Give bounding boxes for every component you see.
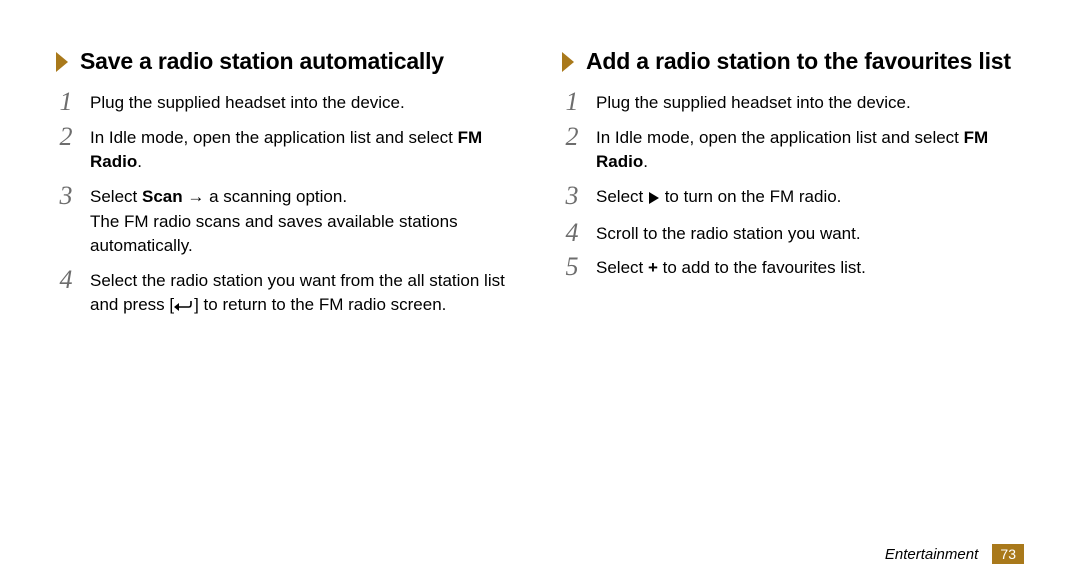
step-number: 1 — [56, 89, 76, 115]
text-run: → a scanning option. — [183, 187, 347, 206]
footer-category: Entertainment — [885, 546, 978, 563]
bold-run: + — [648, 258, 658, 277]
step-text: Plug the supplied headset into the devic… — [596, 89, 911, 116]
step-number: 3 — [56, 183, 76, 209]
step-number: 3 — [562, 183, 582, 209]
two-column-layout: Save a radio station automatically 1 Plu… — [56, 48, 1024, 328]
text-run: In Idle mode, open the application list … — [596, 128, 964, 147]
chevron-icon — [56, 52, 70, 72]
step-item: 1 Plug the supplied headset into the dev… — [562, 89, 1024, 116]
step-item: 3 Select Scan → a scanning option. The F… — [56, 183, 518, 259]
page-footer: Entertainment 73 — [885, 544, 1024, 564]
text-run: Select — [596, 258, 648, 277]
right-column: Add a radio station to the favourites li… — [562, 48, 1024, 328]
text-run: . — [137, 152, 142, 171]
step-subtext: The FM radio scans and saves available s… — [90, 210, 518, 259]
step-item: 1 Plug the supplied headset into the dev… — [56, 89, 518, 116]
step-text: Select + to add to the favourites list. — [596, 254, 866, 281]
left-column: Save a radio station automatically 1 Plu… — [56, 48, 518, 328]
step-item: 2 In Idle mode, open the application lis… — [562, 124, 1024, 175]
return-icon — [174, 295, 194, 320]
step-item: 2 In Idle mode, open the application lis… — [56, 124, 518, 175]
text-run: In Idle mode, open the application list … — [90, 128, 458, 147]
step-text: Select to turn on the FM radio. — [596, 183, 841, 212]
text-run: ] to return to the FM radio screen. — [194, 295, 446, 314]
page-number: 73 — [992, 544, 1024, 564]
step-item: 5 Select + to add to the favourites list… — [562, 254, 1024, 281]
text-run: to turn on the FM radio. — [660, 187, 841, 206]
step-number: 4 — [562, 220, 582, 246]
step-item: 3 Select to turn on the FM radio. — [562, 183, 1024, 212]
step-item: 4 Scroll to the radio station you want. — [562, 220, 1024, 247]
text-run: . — [643, 152, 648, 171]
text-run: to add to the favourites list. — [658, 258, 866, 277]
step-number: 5 — [562, 254, 582, 280]
step-number: 4 — [56, 267, 76, 293]
step-text: Select Scan → a scanning option. The FM … — [90, 183, 518, 259]
text-run: Select — [596, 187, 648, 206]
text-run: Select — [90, 187, 142, 206]
heading-text: Save a radio station automatically — [80, 48, 444, 75]
step-text: In Idle mode, open the application list … — [596, 124, 1024, 175]
play-icon — [648, 187, 660, 212]
step-item: 4 Select the radio station you want from… — [56, 267, 518, 320]
section-heading-left: Save a radio station automatically — [56, 48, 518, 75]
step-number: 1 — [562, 89, 582, 115]
step-text: Select the radio station you want from t… — [90, 267, 518, 320]
chevron-icon — [562, 52, 576, 72]
step-text: Scroll to the radio station you want. — [596, 220, 861, 247]
section-heading-right: Add a radio station to the favourites li… — [562, 48, 1024, 75]
step-text: Plug the supplied headset into the devic… — [90, 89, 405, 116]
step-text: In Idle mode, open the application list … — [90, 124, 518, 175]
heading-text: Add a radio station to the favourites li… — [586, 48, 1011, 75]
bold-run: Scan — [142, 187, 183, 206]
manual-page: Save a radio station automatically 1 Plu… — [0, 0, 1080, 586]
step-number: 2 — [562, 124, 582, 150]
step-number: 2 — [56, 124, 76, 150]
